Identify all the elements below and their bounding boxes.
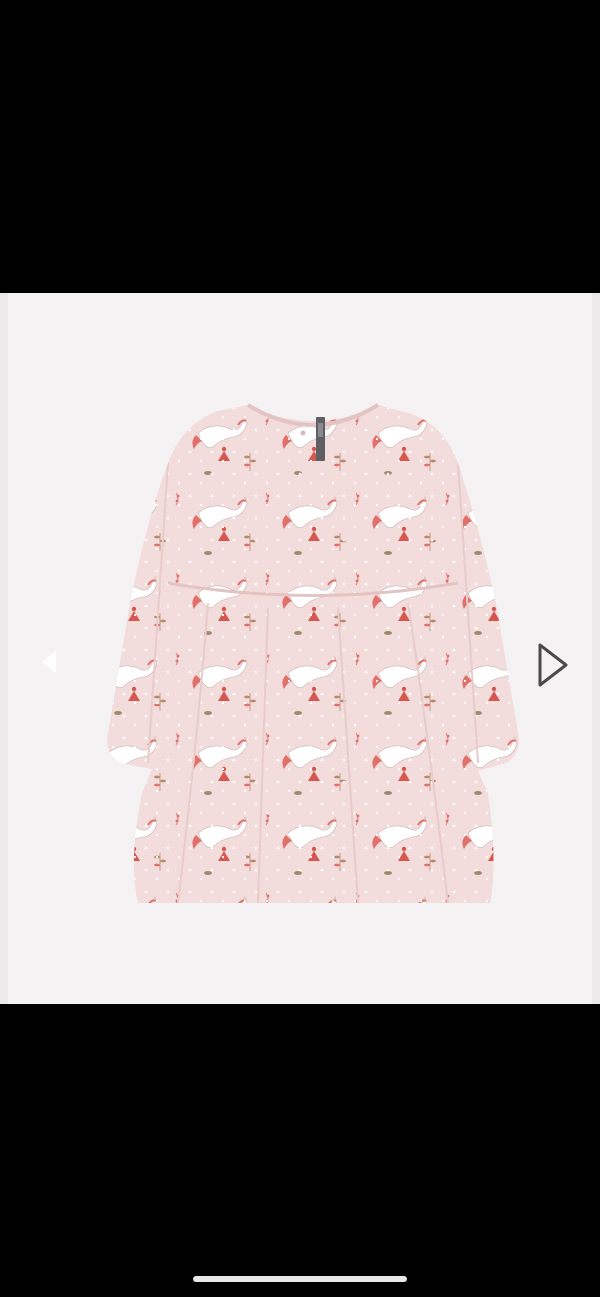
dress-image xyxy=(107,403,519,903)
play-right-outline-icon xyxy=(538,643,568,687)
bottom-black-area xyxy=(0,1004,600,1297)
product-photo xyxy=(8,293,592,1004)
viewer-left-edge xyxy=(0,293,8,1004)
chevron-left-icon xyxy=(42,651,56,673)
image-viewer[interactable] xyxy=(0,293,600,1004)
previous-image-button[interactable] xyxy=(36,648,64,676)
next-image-button[interactable] xyxy=(532,641,572,689)
top-black-area xyxy=(0,0,600,293)
home-indicator[interactable] xyxy=(193,1276,407,1282)
viewer-right-edge xyxy=(592,293,600,1004)
